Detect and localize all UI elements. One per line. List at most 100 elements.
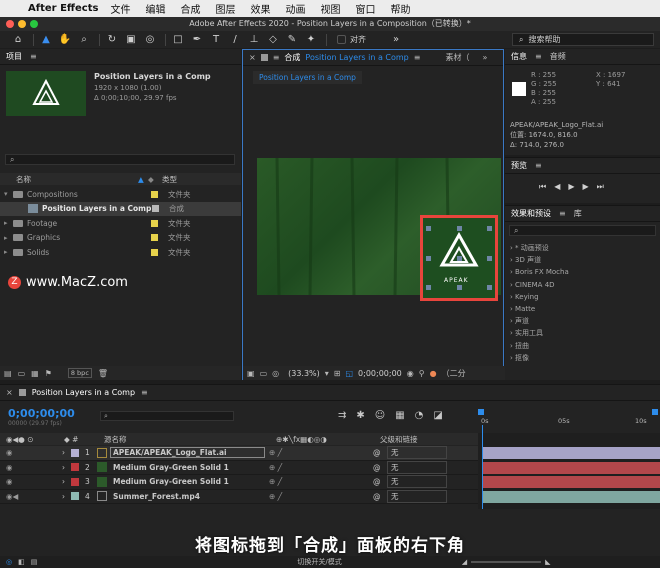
always-preview-icon[interactable]: ▣: [247, 369, 255, 378]
frame-blending-icon[interactable]: ▦: [395, 410, 404, 421]
layer-label-color[interactable]: [71, 492, 79, 501]
menu-file[interactable]: 文件: [110, 1, 130, 16]
list-item[interactable]: › 3D 声道: [510, 254, 569, 266]
roto-brush-tool-icon[interactable]: ✎: [284, 33, 300, 47]
visibility-audio-icon[interactable]: ◉◀: [6, 492, 62, 501]
layer-duration-bar[interactable]: [482, 462, 660, 474]
color-channel-icon[interactable]: ●: [430, 369, 437, 378]
panel-menu-icon[interactable]: ≡: [414, 53, 421, 62]
list-item[interactable]: › 扭曲: [510, 340, 569, 352]
pan-behind-tool-icon[interactable]: ◎: [142, 33, 158, 47]
expand-icon[interactable]: »: [388, 33, 404, 47]
rectangle-tool-icon[interactable]: □: [170, 33, 186, 47]
motion-blur-icon[interactable]: ◔: [415, 410, 424, 421]
zoom-out-icon[interactable]: ◢: [462, 558, 467, 566]
visibility-icon[interactable]: ◉: [6, 477, 62, 486]
preview-tab[interactable]: 预览: [511, 160, 527, 171]
new-comp-icon[interactable]: ▦: [31, 369, 39, 378]
show-snapshot-icon[interactable]: ⚲: [419, 369, 425, 378]
home-icon[interactable]: ⌂: [10, 33, 26, 47]
zoom-level[interactable]: (33.3%): [288, 369, 320, 378]
collapse-icon[interactable]: ▤: [31, 558, 38, 566]
pick-whip-icon[interactable]: @: [373, 477, 387, 486]
selection-tool-icon[interactable]: ▲: [38, 33, 54, 47]
list-item[interactable]: › 声道: [510, 315, 569, 327]
label-color[interactable]: [151, 219, 158, 227]
flowchart-icon[interactable]: ⚑: [45, 369, 52, 378]
list-item[interactable]: › CINEMA 4D: [510, 279, 569, 291]
layer-name[interactable]: Summer_Forest.mp4: [110, 492, 265, 501]
panel-menu-icon[interactable]: ≡: [273, 53, 280, 62]
audio-tab[interactable]: 音频: [550, 51, 566, 62]
snapshot-icon[interactable]: ◉: [407, 369, 414, 378]
panel-menu-icon[interactable]: ≡: [30, 52, 37, 61]
layer-switches-icon[interactable]: ⊕ ╱: [269, 448, 373, 457]
label-color[interactable]: [151, 190, 158, 198]
menu-effect[interactable]: 效果: [250, 1, 270, 16]
panel-menu-icon[interactable]: ≡: [141, 388, 148, 397]
chevron-down-icon[interactable]: ▾: [325, 369, 329, 378]
table-row[interactable]: ◉ › 2 Medium Gray-Green Solid 1 ⊕ ╱ @ 无: [0, 460, 478, 475]
resolution-select[interactable]: （二分: [442, 368, 466, 379]
work-area-bar[interactable]: [478, 409, 658, 415]
playhead[interactable]: [482, 425, 483, 509]
table-row[interactable]: ◉ › 3 Medium Gray-Green Solid 1 ⊕ ╱ @ 无: [0, 475, 478, 490]
timeline-search-input[interactable]: ⌕: [100, 411, 234, 421]
parent-column-header[interactable]: 父级和链接: [380, 434, 418, 445]
effects-search-input[interactable]: ⌕: [509, 225, 656, 236]
visibility-icon[interactable]: ◉: [6, 448, 62, 457]
label-color[interactable]: [151, 248, 158, 256]
snap-checkbox[interactable]: [337, 35, 346, 44]
comp-title[interactable]: Position Layers in a Comp: [94, 72, 211, 81]
panel-menu-icon[interactable]: ≡: [559, 209, 566, 218]
current-time[interactable]: 0;00;00;00: [358, 369, 402, 378]
menu-edit[interactable]: 编辑: [145, 1, 165, 16]
last-frame-icon[interactable]: ⏭: [597, 182, 604, 192]
footage-tab[interactable]: 素材（: [445, 52, 469, 63]
name-column-header[interactable]: 名称: [16, 174, 138, 185]
panel-menu-icon[interactable]: ≡: [535, 52, 542, 61]
layer-switches-icon[interactable]: ⊕ ╱: [269, 477, 373, 486]
list-item[interactable]: ▸ Footage 文件夹: [0, 216, 241, 231]
draft-3d-icon[interactable]: ✱: [356, 410, 364, 421]
list-item[interactable]: › Keying: [510, 291, 569, 303]
pick-whip-icon[interactable]: @: [373, 448, 387, 457]
pen-tool-icon[interactable]: ✒: [189, 33, 205, 47]
expand-arrow-icon[interactable]: ›: [62, 463, 71, 472]
list-item[interactable]: › Matte: [510, 303, 569, 315]
rotate-tool-icon[interactable]: ↻: [104, 33, 120, 47]
close-window-button[interactable]: [6, 20, 14, 28]
expand-arrow-icon[interactable]: ›: [62, 448, 71, 457]
info-tab[interactable]: 信息: [511, 51, 527, 62]
menu-help[interactable]: 帮助: [390, 1, 410, 16]
visibility-icon[interactable]: ◉: [6, 463, 62, 472]
minimize-window-button[interactable]: [18, 20, 26, 28]
project-search-input[interactable]: ⌕: [5, 154, 235, 165]
composition-tab-label[interactable]: 合成: [284, 52, 300, 63]
project-tab[interactable]: 项目: [6, 51, 22, 62]
graph-editor-icon[interactable]: ◪: [433, 410, 442, 421]
list-item[interactable]: ▸ Graphics 文件夹: [0, 231, 241, 246]
shy-icon[interactable]: ☺: [375, 410, 385, 421]
timeline-timecode[interactable]: 0;00;00;00: [8, 407, 75, 420]
list-item[interactable]: › Boris FX Mocha: [510, 266, 569, 278]
layer-duration-bar[interactable]: [482, 447, 660, 459]
apeak-logo-layer[interactable]: [423, 218, 495, 298]
puppet-tool-icon[interactable]: ✦: [303, 33, 319, 47]
type-column-header[interactable]: 类型: [162, 174, 177, 185]
parent-select[interactable]: 无: [387, 460, 447, 474]
layer-name[interactable]: Medium Gray-Green Solid 1: [110, 463, 265, 472]
layer-name[interactable]: APEAK/APEAK_Logo_Flat.ai: [110, 447, 265, 459]
list-item[interactable]: ▾ Compositions 文件夹: [0, 187, 241, 202]
libraries-tab[interactable]: 库: [574, 208, 582, 219]
next-frame-icon[interactable]: ▶: [583, 182, 589, 192]
list-item[interactable]: › 实用工具: [510, 327, 569, 339]
panel-menu-icon[interactable]: ≡: [535, 161, 542, 170]
first-frame-icon[interactable]: ⏮: [539, 182, 546, 192]
parent-select[interactable]: 无: [387, 489, 447, 503]
clone-stamp-tool-icon[interactable]: ⊥: [246, 33, 262, 47]
layer-label-color[interactable]: [71, 477, 79, 486]
vr-icon[interactable]: ◎: [272, 369, 279, 378]
brush-tool-icon[interactable]: /: [227, 33, 243, 47]
app-menu[interactable]: After Effects: [28, 3, 98, 14]
